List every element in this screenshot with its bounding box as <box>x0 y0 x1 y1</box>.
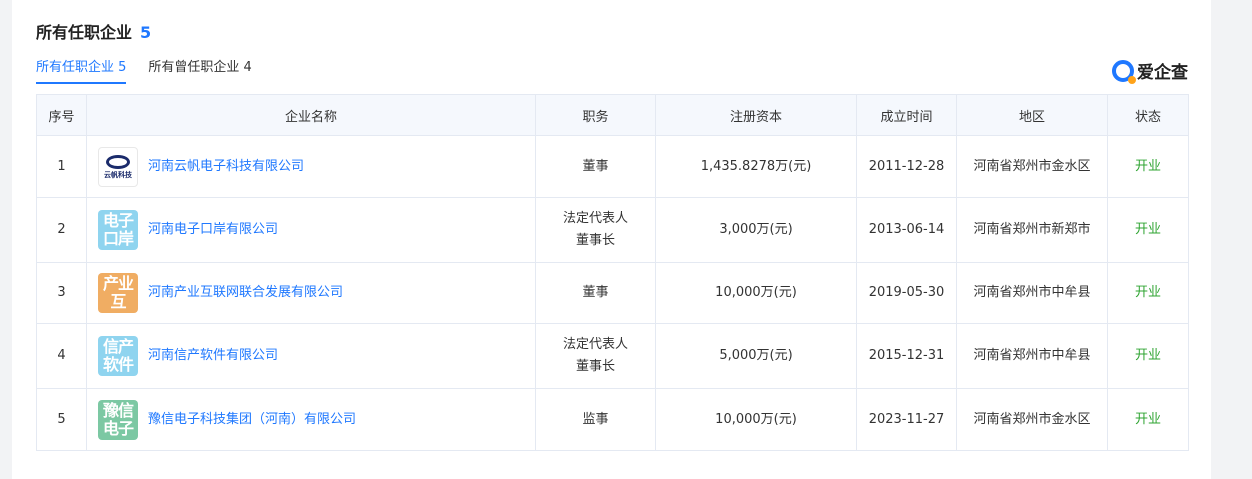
employment-card: 所有任职企业 5 所有任职企业 5 所有曾任职企业 4 爱企查 序号 企业名称 职… <box>12 0 1211 479</box>
role-text: 董事长 <box>575 233 615 248</box>
role-text: 董事长 <box>575 359 615 374</box>
status-text: 开业 <box>1107 323 1189 389</box>
aiqicha-brand-text: 爱企查 <box>1137 63 1188 83</box>
status-text: 开业 <box>1107 197 1189 263</box>
company-logo[interactable]: 信产 软件 <box>98 336 138 376</box>
company-name-link[interactable]: 河南云帆电子科技有限公司 <box>148 156 304 178</box>
company-name-link[interactable]: 河南电子口岸有限公司 <box>148 219 278 241</box>
role-text: 监事 <box>582 411 609 427</box>
role-text: 董事 <box>582 285 609 300</box>
role-text: 法定代表人 <box>562 211 628 226</box>
status-text: 开业 <box>1107 388 1189 451</box>
logo-ring-icon <box>106 154 130 169</box>
company-logo[interactable]: 云帆科技 <box>98 146 138 187</box>
company-name-link[interactable]: 豫信电子科技集团（河南）有限公司 <box>148 409 356 431</box>
section-title: 所有任职企业 5 <box>36 22 151 44</box>
company-name-link[interactable]: 河南产业互联网联合发展有限公司 <box>148 282 343 304</box>
status-text: 开业 <box>1107 135 1189 198</box>
company-logo[interactable]: 豫信 电子 <box>98 399 138 440</box>
company-logo[interactable]: 产业互 <box>98 273 138 313</box>
table-row: 4 信产 软件 河南信产软件有限公司 法定代表人 董事长 5,000万(元) 20… <box>36 323 1189 389</box>
col-header-role: 职务 <box>535 94 656 136</box>
region-text: 河南省郑州市新郑市 <box>956 197 1108 263</box>
date-text: 2013-06-14 <box>856 197 957 263</box>
table-row: 1 云帆科技 河南云帆电子科技有限公司 董事 1,435.8278万(元) 20… <box>36 135 1189 198</box>
company-name-link[interactable]: 河南信产软件有限公司 <box>148 345 278 367</box>
table-row: 2 电子 口岸 河南电子口岸有限公司 法定代表人 董事长 3,000万(元) 20… <box>36 197 1189 263</box>
col-header-date: 成立时间 <box>856 94 957 136</box>
role-text: 董事 <box>582 158 609 174</box>
capital-text: 10,000万(元) <box>655 388 857 451</box>
aiqicha-logo: 爱企查 <box>1112 58 1188 84</box>
region-text: 河南省郑州市中牟县 <box>956 262 1108 324</box>
col-header-region: 地区 <box>956 94 1108 136</box>
row-index: 2 <box>36 197 87 263</box>
col-header-index: 序号 <box>36 94 87 136</box>
tab-current-positions[interactable]: 所有任职企业 5 <box>36 58 127 84</box>
role-text: 法定代表人 <box>562 337 628 352</box>
row-index: 1 <box>36 135 87 198</box>
positions-table: 序号 企业名称 职务 注册资本 成立时间 地区 状态 1 云帆科技 河南云帆电子… <box>36 94 1189 451</box>
region-text: 河南省郑州市中牟县 <box>956 323 1108 389</box>
aiqicha-q-icon <box>1112 59 1136 84</box>
section-title-text: 所有任职企业 <box>36 23 133 42</box>
region-text: 河南省郑州市金水区 <box>956 388 1108 451</box>
capital-text: 5,000万(元) <box>655 323 857 389</box>
col-header-company: 企业名称 <box>86 94 536 136</box>
row-index: 3 <box>36 262 87 324</box>
row-index: 5 <box>36 388 87 451</box>
date-text: 2019-05-30 <box>856 262 957 324</box>
table-header-row: 序号 企业名称 职务 注册资本 成立时间 地区 状态 <box>36 94 1189 136</box>
tab-former-positions[interactable]: 所有曾任职企业 4 <box>148 58 251 84</box>
date-text: 2023-11-27 <box>856 388 957 451</box>
date-text: 2011-12-28 <box>856 135 957 198</box>
capital-text: 1,435.8278万(元) <box>655 135 857 198</box>
tab-bar: 所有任职企业 5 所有曾任职企业 4 <box>36 58 274 84</box>
company-logo[interactable]: 电子 口岸 <box>98 210 138 250</box>
region-text: 河南省郑州市金水区 <box>956 135 1108 198</box>
date-text: 2015-12-31 <box>856 323 957 389</box>
table-row: 5 豫信 电子 豫信电子科技集团（河南）有限公司 监事 10,000万(元) 20… <box>36 388 1189 451</box>
status-text: 开业 <box>1107 262 1189 324</box>
table-row: 3 产业互 河南产业互联网联合发展有限公司 董事 10,000万(元) 2019… <box>36 262 1189 324</box>
capital-text: 10,000万(元) <box>655 262 857 324</box>
capital-text: 3,000万(元) <box>655 197 857 263</box>
row-index: 4 <box>36 323 87 389</box>
col-header-status: 状态 <box>1107 94 1189 136</box>
col-header-capital: 注册资本 <box>655 94 857 136</box>
section-count: 5 <box>140 23 152 42</box>
